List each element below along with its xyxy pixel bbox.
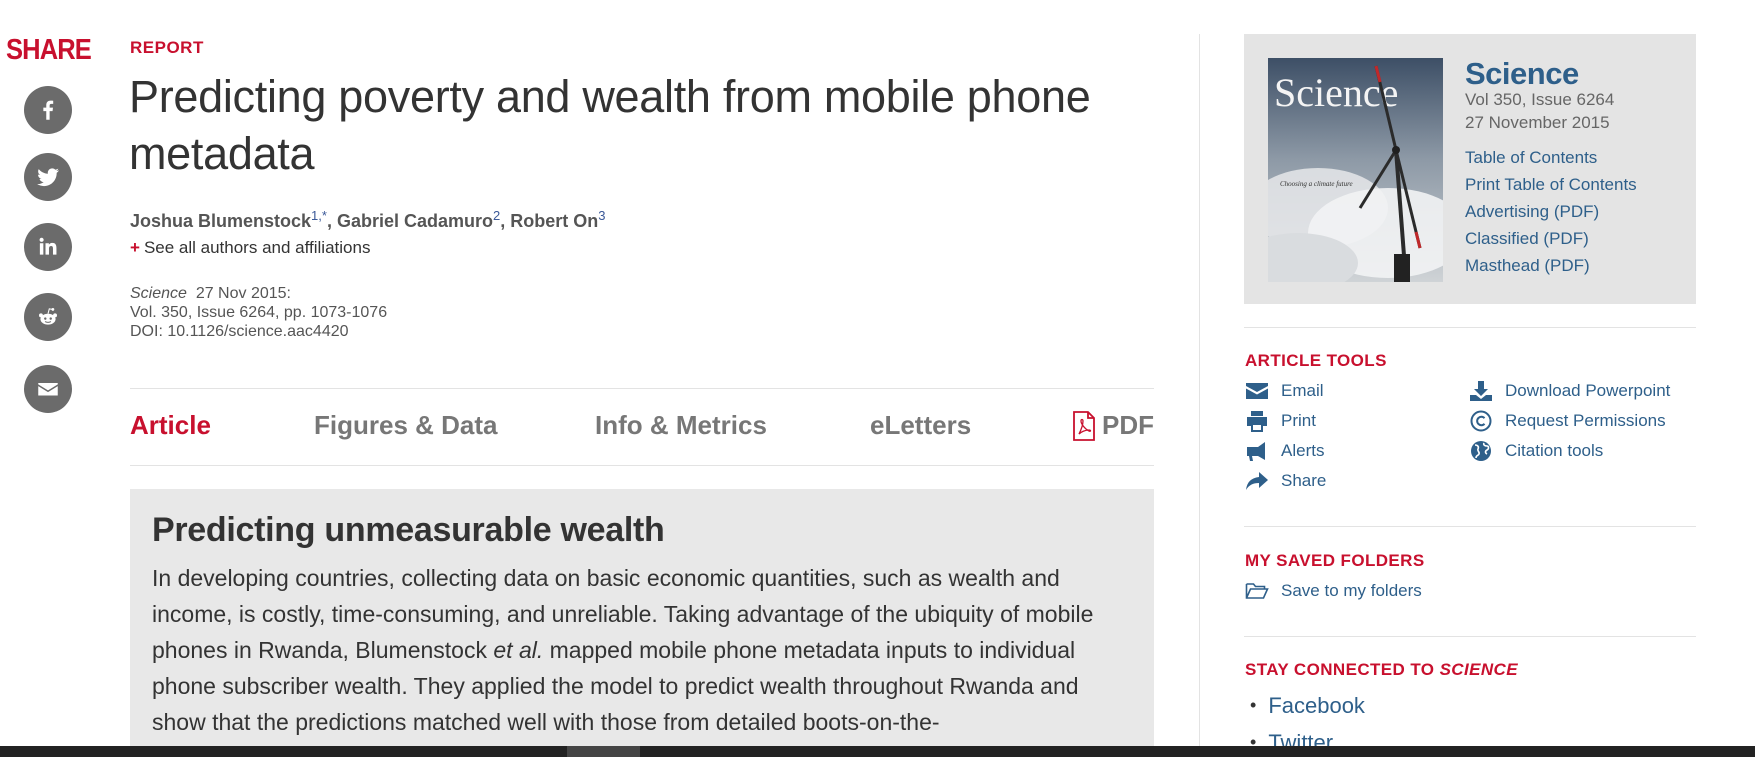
advertising-pdf-link[interactable]: Advertising (PDF)	[1465, 202, 1599, 222]
print-table-of-contents-link[interactable]: Print Table of Contents	[1465, 175, 1637, 195]
reddit-share-button[interactable]	[24, 293, 72, 341]
right-divider	[1244, 526, 1696, 527]
tool-alerts[interactable]: Alerts	[1245, 440, 1324, 462]
tool-print[interactable]: Print	[1245, 410, 1316, 432]
tool-share-label: Share	[1281, 471, 1327, 490]
cover-illustration: Science Choosing a climate future	[1268, 58, 1443, 282]
globe-icon	[1471, 441, 1491, 461]
twitter-icon	[37, 168, 59, 187]
reddit-icon	[39, 308, 57, 325]
stay-connected-prefix: STAY CONNECTED TO	[1245, 660, 1440, 679]
tool-alerts-label: Alerts	[1281, 441, 1325, 460]
masthead-pdf-link[interactable]: Masthead (PDF)	[1465, 256, 1590, 276]
article-tools-title: ARTICLE TOOLS	[1245, 351, 1387, 370]
classified-pdf-link[interactable]: Classified (PDF)	[1465, 229, 1589, 249]
plus-icon: +	[130, 238, 140, 257]
tool-citation-tools-label: Citation tools	[1505, 441, 1604, 460]
author-separator: ,	[500, 211, 511, 231]
tool-download-powerpoint[interactable]: Download Powerpoint	[1469, 380, 1670, 402]
article-type-label: REPORT	[130, 38, 204, 57]
scrollbar-thumb[interactable]	[567, 746, 640, 757]
cover-caption: Choosing a climate future	[1280, 180, 1353, 188]
facebook-link[interactable]: Facebook	[1250, 688, 1365, 725]
summary-text: In developing countries, collecting data…	[152, 560, 1132, 740]
right-divider	[1244, 327, 1696, 328]
citation-doi: DOI: 10.1126/science.aac4420	[130, 323, 349, 340]
author-affiliation-ref[interactable]: 3	[598, 208, 605, 223]
email-icon	[1246, 383, 1268, 399]
citation-journal: Science	[130, 285, 187, 302]
tool-share[interactable]: Share	[1245, 470, 1326, 492]
tool-print-label: Print	[1281, 411, 1316, 430]
facebook-icon	[43, 100, 54, 120]
author-affiliation-ref[interactable]: 1,*	[311, 208, 327, 223]
issue-journal-name[interactable]: Science	[1465, 56, 1579, 92]
issue-box: Science Choosing a climate future Scienc…	[1244, 34, 1696, 304]
column-divider	[1199, 34, 1200, 757]
citation-volume: Vol. 350, Issue 6264, pp. 1073-1076	[130, 304, 388, 321]
linkedin-icon	[39, 237, 57, 255]
tab-eletters[interactable]: eLetters	[870, 410, 971, 441]
tab-info-metrics[interactable]: Info & Metrics	[595, 410, 767, 441]
save-to-folders-button[interactable]: Save to my folders	[1245, 580, 1422, 602]
table-of-contents-link[interactable]: Table of Contents	[1465, 148, 1597, 168]
article-tabs: Article Figures & Data Info & Metrics eL…	[130, 388, 1154, 466]
tab-pdf[interactable]: PDF	[1072, 410, 1154, 441]
author-list: Joshua Blumenstock1,*, Gabriel Cadamuro2…	[130, 208, 606, 232]
issue-volume: Vol 350, Issue 6264	[1465, 90, 1615, 109]
citation-block: Science 27 Nov 2015: Vol. 350, Issue 626…	[130, 284, 387, 341]
download-icon	[1470, 381, 1492, 401]
author-separator: ,	[326, 211, 337, 231]
see-all-authors-toggle[interactable]: + See all authors and affiliations	[130, 238, 370, 258]
author-name[interactable]: Robert On	[510, 211, 598, 231]
pdf-icon	[1073, 410, 1095, 441]
email-share-button[interactable]	[24, 365, 72, 413]
summary-heading: Predicting unmeasurable wealth	[152, 511, 665, 549]
tool-email[interactable]: Email	[1245, 380, 1324, 402]
share-arrow-icon	[1246, 472, 1268, 490]
stay-connected-title: STAY CONNECTED TO SCIENCE	[1245, 660, 1518, 680]
right-divider	[1244, 636, 1696, 637]
tool-request-permissions[interactable]: Request Permissions	[1469, 410, 1666, 432]
see-all-authors-label: See all authors and affiliations	[143, 238, 371, 257]
tab-article[interactable]: Article	[130, 410, 211, 441]
issue-date: 27 November 2015	[1465, 113, 1610, 132]
tab-figures-data[interactable]: Figures & Data	[314, 410, 498, 441]
summary-text-italic: et al.	[493, 637, 544, 663]
facebook-share-button[interactable]	[24, 86, 72, 134]
save-to-folders-label: Save to my folders	[1281, 581, 1422, 600]
tabs-bottom-divider	[130, 465, 1154, 466]
email-icon	[38, 383, 58, 396]
citation-date: 27 Nov 2015:	[195, 285, 291, 302]
tool-request-permissions-label: Request Permissions	[1505, 411, 1666, 430]
linkedin-share-button[interactable]	[24, 223, 72, 271]
copyright-icon	[1470, 410, 1492, 432]
issue-cover-image[interactable]: Science Choosing a climate future	[1268, 58, 1443, 282]
stay-connected-journal: SCIENCE	[1439, 660, 1518, 679]
tool-download-powerpoint-label: Download Powerpoint	[1505, 381, 1671, 400]
megaphone-icon	[1247, 442, 1265, 461]
tool-citation-tools[interactable]: Citation tools	[1469, 440, 1603, 462]
tool-email-label: Email	[1281, 381, 1324, 400]
editor-summary-box: Predicting unmeasurable wealth In develo…	[130, 489, 1154, 757]
horizontal-scrollbar[interactable]	[0, 746, 1755, 757]
article-title: Predicting poverty and wealth from mobil…	[129, 71, 1091, 179]
print-icon	[1247, 411, 1267, 432]
share-label: SHARE	[6, 34, 92, 66]
citation-line-journal: Science 27 Nov 2015:	[130, 284, 387, 303]
twitter-share-button[interactable]	[24, 153, 72, 201]
author-name[interactable]: Joshua Blumenstock	[130, 211, 311, 231]
author-name[interactable]: Gabriel Cadamuro	[337, 211, 493, 231]
open-folder-icon	[1245, 583, 1269, 599]
saved-folders-title: MY SAVED FOLDERS	[1245, 551, 1425, 570]
tab-pdf-label: PDF	[1102, 410, 1154, 440]
